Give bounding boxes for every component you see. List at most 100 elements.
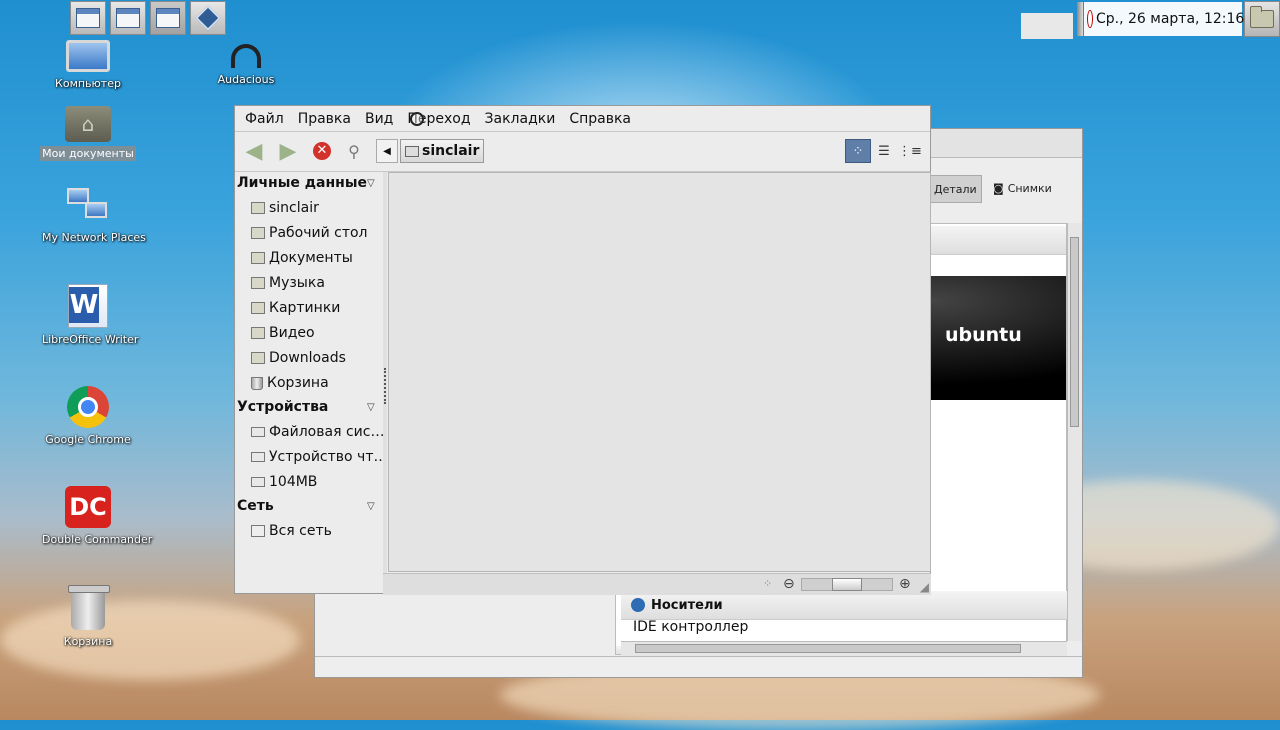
zoom-slider[interactable] [801,578,893,591]
desktop-icon-computer[interactable]: Компьютер [40,40,136,91]
taskbar-window-button[interactable] [70,1,106,35]
desktop-icon-label: Мои документы [40,146,136,161]
zoom-in-icon[interactable]: ⊕ [899,576,911,592]
desktop-icon-network-places[interactable]: My Network Places [40,188,146,245]
menu-edit[interactable]: Правка [291,111,358,127]
trash-icon [251,376,263,390]
forward-button[interactable]: ▶ [275,139,301,164]
menu-bar: Файл Правка Вид Переход Закладки Справка [235,106,930,132]
desktop-icon-label: My Network Places [42,231,146,244]
sidebar-header-personal[interactable]: Личные данные [237,175,367,191]
camera-icon: ◙ [993,181,1004,195]
list-icon: ☰ [878,143,890,159]
file-manager-window[interactable]: Файл Правка Вид Переход Закладки Справка… [234,105,931,595]
headphones-icon [231,44,261,68]
record-icon[interactable] [1088,11,1092,27]
sidebar-item-label: Downloads [269,350,346,366]
folder-icon [251,352,265,364]
ide-controller-label: IDE контроллер [633,619,749,635]
tab-snapshots[interactable]: ◙ Снимки [989,175,1056,201]
sidebar: Личные данные ▽ sinclair Рабочий стол До… [235,172,383,594]
window-icon [156,8,180,28]
chrome-icon [67,386,109,428]
tab-label: Детали [934,182,977,196]
sidebar-header-network[interactable]: Сеть [237,498,274,514]
sidebar-header-devices[interactable]: Устройства [237,399,328,415]
sidebar-item-documents[interactable]: Документы [251,250,383,266]
sidebar-item-trash[interactable]: Корзина [251,375,383,391]
sidebar-item-filesystem[interactable]: Файловая сис… [251,424,383,440]
scrollbar-thumb[interactable] [635,644,1021,653]
media-section-header[interactable]: Носители [621,591,1067,620]
tab-details[interactable]: Детали [929,175,982,203]
sidebar-item-optical-drive[interactable]: Устройство чт… [251,449,383,465]
menu-view[interactable]: Вид [358,111,400,127]
sidebar-item-label: Файловая сис… [269,424,383,440]
optical-drive-icon [251,452,265,462]
zoom-out-icon[interactable]: ⊖ [783,576,795,592]
top-panel: Ср., 26 марта, 12:16 [0,0,1280,39]
taskbar-window-button[interactable] [150,1,186,35]
sidebar-item-label: Музыка [269,275,325,291]
compact-list-icon: ⋮≡ [898,143,922,159]
vertical-scrollbar[interactable] [1067,223,1082,641]
clock-applet[interactable]: Ср., 26 марта, 12:16 [1084,2,1244,36]
grid-icon: ⁘ [763,577,773,590]
virtualbox-icon [195,5,221,31]
path-scroll-left-button[interactable]: ◀ [376,139,398,163]
stop-button[interactable]: ✕ [309,139,335,163]
desktop-icon-audacious[interactable]: Audacious [198,44,294,87]
grid-icon: ⁘ [852,143,864,159]
tray-area [1021,13,1073,39]
sidebar-item-104mb[interactable]: 104MB [251,474,383,490]
network-icon [67,188,109,226]
resize-grip-icon[interactable]: ◢ [920,580,929,594]
sidebar-item-music[interactable]: Музыка [251,275,383,291]
taskbar-window-button[interactable] [110,1,146,35]
menu-file[interactable]: Файл [238,111,291,127]
horizontal-scrollbar[interactable] [621,641,1067,656]
path-label: sinclair [422,143,480,159]
folder-icon [251,277,265,289]
preview-text: ubuntu [945,324,1022,346]
desktop-icon-label: Double Commander [42,533,153,546]
path-button[interactable]: sinclair [400,139,485,163]
desktop-icon-double-commander[interactable]: DC Double Commander [40,486,152,547]
sidebar-item-label: 104MB [269,474,318,490]
sidebar-item-pictures[interactable]: Картинки [251,300,383,316]
back-button[interactable]: ◀ [241,139,267,164]
panel-separator[interactable] [1077,2,1083,36]
clock[interactable]: Ср., 26 марта, 12:16 [1096,11,1244,27]
collapse-triangle-icon[interactable]: ▽ [367,178,375,189]
sidebar-item-desktop[interactable]: Рабочий стол [251,225,383,241]
folder-icon [251,327,265,339]
icon-view-button[interactable]: ⁘ [845,139,871,163]
scrollbar-thumb[interactable] [1070,237,1079,427]
desktop-icon-my-documents[interactable]: Мои документы [40,106,136,161]
sidebar-item-sinclair[interactable]: sinclair [251,200,383,216]
compact-view-button[interactable]: ⋮≡ [897,139,923,163]
window-icon [76,8,100,28]
network-icon [251,525,265,537]
sidebar-item-videos[interactable]: Видео [251,325,383,341]
file-manager-launcher[interactable] [1244,1,1280,37]
desktop-icon-trash[interactable]: Корзина [40,585,136,649]
collapse-triangle-icon[interactable]: ▽ [367,402,375,413]
zoom-slider-thumb[interactable] [832,578,862,591]
sidebar-item-label: Вся сеть [269,523,332,539]
list-view-button[interactable]: ☰ [871,139,897,163]
collapse-triangle-icon[interactable]: ▽ [367,501,375,512]
search-button[interactable]: ⚲ [341,139,367,163]
writer-icon [68,284,108,328]
taskbar-virtualbox-button[interactable] [190,1,226,35]
double-commander-icon: DC [65,486,111,528]
file-view[interactable] [388,172,931,572]
desktop-icon-google-chrome[interactable]: Google Chrome [40,386,136,447]
tab-label: Снимки [1007,181,1052,195]
menu-help[interactable]: Справка [562,111,638,127]
folder-icon [251,302,265,314]
sidebar-item-downloads[interactable]: Downloads [251,350,383,366]
sidebar-item-whole-network[interactable]: Вся сеть [251,523,383,539]
desktop-icon-libreoffice-writer[interactable]: LibreOffice Writer [40,284,138,347]
menu-bookmarks[interactable]: Закладки [478,111,563,127]
